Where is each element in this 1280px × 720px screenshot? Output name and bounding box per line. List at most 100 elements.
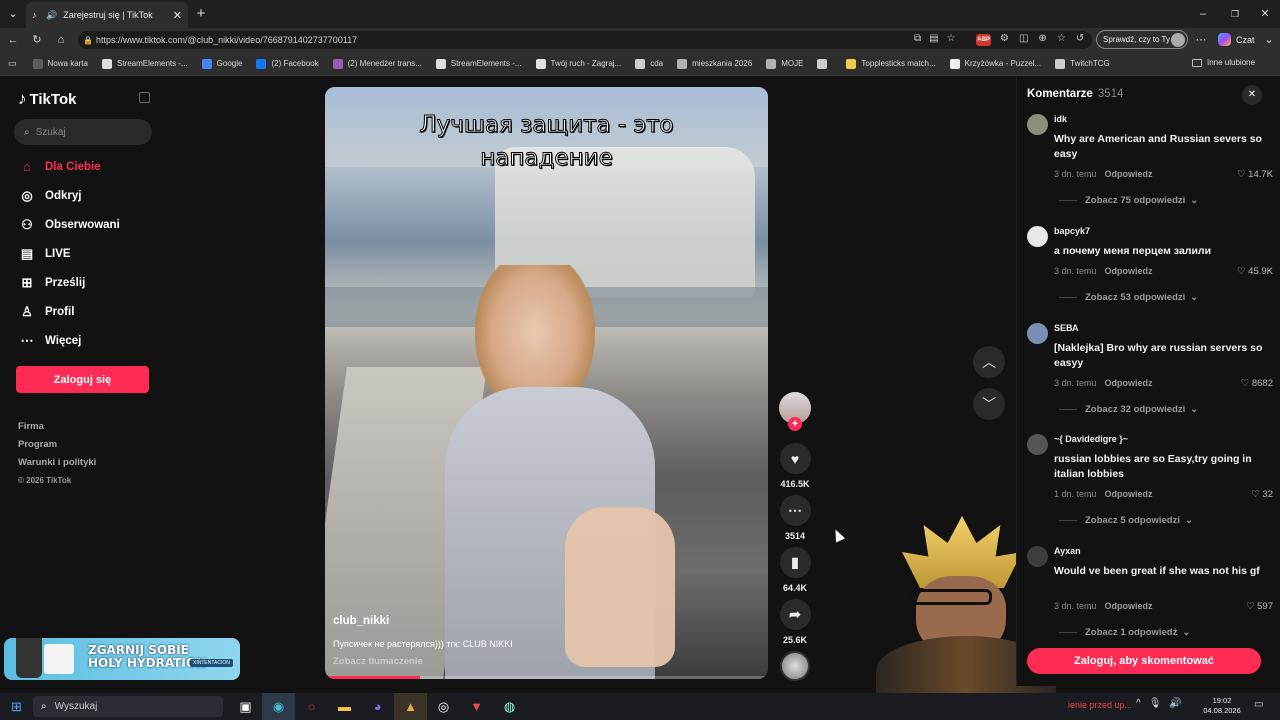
music-disc-icon[interactable] [780, 651, 810, 681]
other-favorites[interactable]: Inne ulubione [1192, 58, 1255, 67]
footer-link-program[interactable]: Program [0, 436, 164, 454]
bookmark-icon[interactable]: ▮ [779, 547, 811, 578]
history-icon[interactable]: ↺ [1076, 33, 1084, 44]
view-replies-button[interactable]: Zobacz 5 odpowiedzi ⌄ [1059, 515, 1193, 526]
bookmark-item[interactable]: StreamElements -... [435, 58, 522, 69]
comment-avatar[interactable] [1027, 434, 1048, 455]
translate-link[interactable]: Zobacz tłumaczenie [333, 656, 423, 667]
comment-username[interactable]: ~{ Davidedigre }~ [1054, 434, 1128, 444]
previous-video-chevron-up-icon[interactable]: ︿ [973, 346, 1005, 378]
windows-start-icon[interactable]: ⊞ [0, 693, 33, 720]
obs-icon[interactable]: ◎ [427, 693, 460, 720]
maximize-icon[interactable]: ❐ [1226, 2, 1244, 24]
collapse-sidebar-icon[interactable] [139, 92, 150, 103]
split-screen-icon[interactable]: ◫ [1019, 33, 1028, 44]
bookmark-item[interactable]: Krzyżówka - Puzzel... [949, 58, 1041, 69]
minimize-icon[interactable]: – [1194, 2, 1212, 24]
sidebar-item-profil[interactable]: ♙ Profil [0, 297, 164, 326]
sidebar-toggle-icon[interactable]: ⌄ [1262, 28, 1276, 52]
ad-banner[interactable]: ZGARNIJ SOBIE HOLY HYDRATION XINTENTACIO… [4, 638, 240, 680]
bookmarks-menu-icon[interactable]: ▭ [8, 58, 17, 69]
discord-icon[interactable]: ◕ [361, 693, 394, 720]
reader-icon[interactable]: ▤ [929, 33, 938, 44]
comment-likes[interactable]: ♡ 32 [1251, 489, 1273, 500]
clock-date[interactable]: 04.08.2026 [1200, 706, 1244, 716]
footer-link-company[interactable]: Firma [0, 418, 164, 436]
opera-icon[interactable]: ○ [295, 693, 328, 720]
bookmark-item[interactable]: (2) Menedżer trans... [332, 58, 422, 69]
view-replies-button[interactable]: Zobacz 32 odpowiedzi ⌄ [1059, 404, 1198, 415]
bookmark-item[interactable] [817, 58, 832, 69]
task-view-icon[interactable]: ▣ [229, 693, 262, 720]
comment-username[interactable]: Ayxan [1054, 546, 1081, 556]
bookmark-item[interactable]: (2) Facebook [256, 58, 319, 69]
adblock-icon[interactable]: ABP [976, 34, 991, 46]
next-video-chevron-down-icon[interactable]: ﹀ [973, 388, 1005, 420]
profile-button[interactable]: Sprawdź, czy to Ty [1096, 30, 1188, 49]
heart-icon[interactable]: ♥ [779, 443, 811, 474]
new-tab-icon[interactable]: + [192, 2, 210, 24]
reply-button[interactable]: Odpowiedz [1105, 601, 1153, 611]
tray-chevron-icon[interactable]: ^ [1136, 698, 1141, 709]
bookmark-item[interactable]: TwitchTCG [1055, 58, 1110, 69]
bookmark-item[interactable]: StreamElements -... [101, 58, 188, 69]
back-icon[interactable]: ← [4, 28, 22, 52]
refresh-icon[interactable]: ↻ [28, 28, 46, 52]
favorites-icon[interactable]: ☆ [1057, 33, 1066, 44]
comment-likes[interactable]: ♡ 45.9K [1237, 266, 1273, 277]
bookmark-item[interactable]: Google [201, 58, 242, 69]
save-action[interactable]: ▮ 64.4K [775, 547, 815, 593]
bookmark-item[interactable]: cda [635, 58, 663, 69]
search-input[interactable]: ⌕ Szukaj [14, 119, 152, 145]
close-window-icon[interactable]: ✕ [1256, 2, 1274, 24]
sidebar-item-live[interactable]: ▤ LIVE [0, 239, 164, 268]
comment-likes[interactable]: ♡ 597 [1246, 601, 1273, 612]
comment-bubble-icon[interactable]: ⋯ [779, 495, 811, 526]
favorite-star-icon[interactable]: ☆ [947, 33, 956, 44]
copilot-chat-button[interactable]: Czat [1218, 33, 1255, 46]
reply-button[interactable]: Odpowiedz [1105, 266, 1153, 276]
reply-button[interactable]: Odpowiedz [1105, 489, 1153, 499]
file-explorer-icon[interactable]: ▬ [328, 693, 361, 720]
comment-avatar[interactable] [1027, 546, 1048, 567]
shopping-icon[interactable]: ⊕ [1038, 33, 1046, 44]
tiktok-logo[interactable]: ♪ TikTok [18, 89, 76, 109]
home-button-icon[interactable]: ⌂ [52, 28, 70, 52]
comment-username[interactable]: idk [1054, 114, 1067, 124]
reply-button[interactable]: Odpowiedz [1105, 169, 1153, 179]
taskbar-search-input[interactable]: ⌕ Wyszukaj [33, 696, 223, 717]
login-button[interactable]: Zaloguj się [16, 366, 149, 393]
video-player[interactable]: Лучшая защита - это нападение club_nikki… [325, 87, 768, 679]
video-author[interactable]: club_nikki [333, 615, 389, 627]
video-progress-track[interactable] [325, 676, 768, 679]
comment-avatar[interactable] [1027, 323, 1048, 344]
game-launcher-icon[interactable]: ▼ [460, 693, 493, 720]
speaker-icon[interactable]: 🔊 [46, 10, 57, 21]
sidebar-item-dla-ciebie[interactable]: ⌂ Dla Ciebie [0, 152, 164, 181]
comment-username[interactable]: bapcyk7 [1054, 226, 1090, 236]
comment-action[interactable]: ⋯ 3514 [775, 495, 815, 541]
menu-dots-icon[interactable]: ⋯ [1194, 28, 1208, 52]
view-replies-button[interactable]: Zobacz 75 odpowiedzi ⌄ [1059, 195, 1198, 206]
microphone-icon[interactable]: 🎙 [1149, 698, 1162, 709]
notifications-icon[interactable]: ▭ [1254, 699, 1263, 710]
follow-plus-icon[interactable]: + [788, 417, 802, 431]
volume-icon[interactable]: 🔊 [1169, 698, 1181, 709]
browser-tab[interactable]: ♪ 🔊 Zarejestruj się | TikTok ✕ [26, 2, 188, 28]
translate-icon[interactable]: ⧉ [914, 33, 921, 44]
bookmark-item[interactable]: Nowa karta [32, 58, 88, 69]
sidebar-item-prześlij[interactable]: ⊞ Prześlij [0, 268, 164, 297]
app-pinned-icon[interactable]: ▲ [394, 693, 427, 720]
bookmark-item[interactable]: MOJE [766, 58, 803, 69]
bookmark-item[interactable]: Twój ruch - Zagraj... [535, 58, 621, 69]
clock-time[interactable]: 19:02 [1200, 696, 1244, 706]
comment-avatar[interactable] [1027, 114, 1048, 135]
view-replies-button[interactable]: Zobacz 1 odpowiedź ⌄ [1059, 627, 1190, 638]
share-action[interactable]: ➦ 25.6K [775, 599, 815, 645]
login-to-comment-button[interactable]: Zaloguj, aby skomentować [1027, 648, 1261, 674]
bookmark-item[interactable]: Topplesticks match... [846, 58, 936, 69]
share-arrow-icon[interactable]: ➦ [779, 599, 811, 630]
sidebar-item-więcej[interactable]: ⋯ Więcej [0, 326, 164, 355]
reply-button[interactable]: Odpowiedz [1105, 378, 1153, 388]
close-comments-icon[interactable]: ✕ [1242, 85, 1262, 105]
